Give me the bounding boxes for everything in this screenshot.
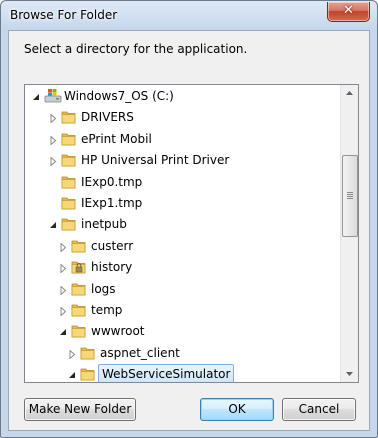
- collapse-arrow-icon[interactable]: [59, 326, 68, 336]
- folder-icon: [61, 131, 77, 147]
- folder-icon: [80, 345, 96, 361]
- tree-item-label: custerr: [91, 238, 134, 253]
- folder-icon: [71, 323, 87, 339]
- make-new-folder-label: Make New Folder: [28, 402, 132, 416]
- expand-arrow-icon[interactable]: [59, 262, 68, 274]
- dialog-body: Select a directory for the application. …: [8, 30, 370, 431]
- tree-item[interactable]: logs: [25, 278, 338, 300]
- tree-item[interactable]: wwwroot: [25, 320, 338, 342]
- folder-icon: [61, 174, 77, 190]
- expand-arrow-icon[interactable]: [49, 134, 58, 146]
- scroll-down-icon: [346, 372, 353, 376]
- tree-item-label: aspnet_client: [100, 345, 180, 360]
- collapse-arrow-icon[interactable]: [68, 369, 77, 379]
- ok-button[interactable]: OK: [200, 398, 274, 421]
- tree-item-selected[interactable]: WebServiceSimulator: [25, 363, 338, 382]
- tree-item-label: DRIVERS: [81, 110, 134, 125]
- tree-item[interactable]: IExp0.tmp: [25, 171, 338, 193]
- folder-icon: [61, 152, 77, 168]
- tree-item-label: logs: [91, 281, 116, 296]
- tree-item[interactable]: custerr: [25, 235, 338, 257]
- folder-icon: [71, 238, 87, 254]
- expand-arrow-icon[interactable]: [49, 155, 58, 167]
- tree-item-label: temp: [91, 303, 123, 317]
- collapse-arrow-icon[interactable]: [32, 91, 41, 100]
- tree-item[interactable]: aspnet_client: [25, 342, 338, 364]
- expand-arrow-icon[interactable]: [59, 284, 68, 296]
- close-icon: ✕: [343, 3, 354, 18]
- drive-icon: [44, 88, 62, 104]
- locked-folder-icon: [71, 259, 87, 275]
- expand-arrow-icon[interactable]: [59, 305, 68, 317]
- browse-for-folder-dialog: Browse For Folder ✕ Select a directory f…: [0, 0, 378, 438]
- tree-item[interactable]: HP Universal Print Driver: [25, 149, 338, 171]
- collapse-arrow-icon[interactable]: [49, 219, 58, 229]
- folder-icon: [71, 281, 87, 297]
- tree-item-label: Windows7_OS (C:): [64, 89, 174, 103]
- folder-icon: [61, 216, 77, 232]
- tree-item-label: IExp0.tmp: [81, 174, 143, 189]
- tree-item-label: HP Universal Print Driver: [81, 153, 230, 168]
- tree-item[interactable]: DRIVERS: [25, 106, 338, 128]
- folder-icon: [61, 195, 77, 211]
- vertical-scrollbar[interactable]: [340, 85, 358, 382]
- tree-item-label: inetpub: [81, 217, 127, 232]
- folder-icon: [80, 366, 96, 382]
- scroll-up-button[interactable]: [341, 85, 358, 102]
- tree-item[interactable]: Windows7_OS (C:): [25, 85, 338, 107]
- tree-item[interactable]: IExp1.tmp: [25, 192, 338, 214]
- ok-label: OK: [228, 402, 246, 416]
- cancel-label: Cancel: [298, 402, 340, 416]
- scroll-down-button[interactable]: [341, 365, 358, 382]
- title-bar[interactable]: Browse For Folder ✕: [1, 1, 377, 31]
- folder-icon: [71, 302, 87, 318]
- tree-item-label: WebServiceSimulator: [98, 364, 235, 382]
- tree-item[interactable]: ePrint Mobil: [25, 128, 338, 150]
- scroll-up-icon: [346, 91, 353, 95]
- expand-arrow-icon[interactable]: [68, 348, 77, 360]
- make-new-folder-button[interactable]: Make New Folder: [24, 398, 136, 421]
- tree-item-label: wwwroot: [91, 324, 145, 339]
- window-title: Browse For Folder: [10, 8, 118, 22]
- folder-tree[interactable]: Windows7_OS (C:) DRIVERS ePrint Mobil HP…: [24, 84, 359, 383]
- folder-icon: [61, 109, 77, 125]
- tree-item-label: history: [91, 260, 133, 275]
- expand-arrow-icon[interactable]: [49, 112, 58, 125]
- tree-item-label: ePrint Mobil: [81, 131, 152, 146]
- expand-arrow-icon[interactable]: [59, 241, 68, 253]
- cancel-button[interactable]: Cancel: [282, 398, 356, 421]
- tree-item[interactable]: inetpub: [25, 213, 338, 235]
- close-button[interactable]: ✕: [327, 2, 370, 22]
- tree-item[interactable]: history: [25, 256, 338, 278]
- tree-item[interactable]: temp: [25, 299, 338, 321]
- tree-item-label: IExp1.tmp: [81, 196, 143, 210]
- scroll-thumb[interactable]: [342, 155, 358, 237]
- prompt-text: Select a directory for the application.: [24, 42, 248, 56]
